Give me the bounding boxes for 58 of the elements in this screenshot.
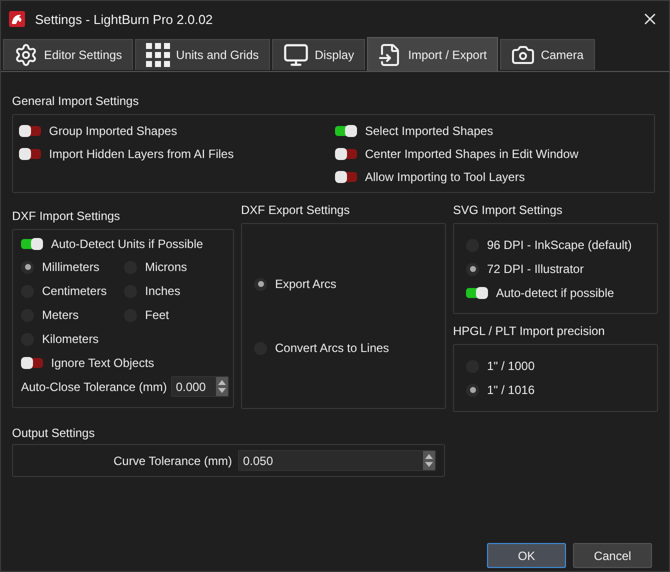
toggle-switch[interactable] (19, 126, 41, 136)
grid-icon (146, 43, 170, 67)
toggle-switch[interactable] (21, 358, 43, 368)
radio-button[interactable] (254, 278, 267, 290)
tab[interactable]: Import / Export (367, 37, 498, 71)
radio-button[interactable] (466, 262, 479, 276)
radio-label: Convert Arcs to Lines (275, 341, 390, 355)
toggle-switch[interactable] (19, 148, 41, 158)
toggle-switch[interactable] (335, 126, 357, 136)
toggle-label: Import Hidden Layers from AI Files (49, 146, 234, 160)
radio-label: Meters (42, 308, 79, 322)
toggle-switch[interactable] (466, 288, 488, 298)
tab[interactable]: Display (272, 39, 366, 70)
section-title: General Import Settings (12, 94, 140, 108)
tab[interactable]: Camera (500, 39, 594, 70)
section-title: Output Settings (12, 426, 96, 440)
toggle-label: Select Imported Shapes (365, 124, 494, 138)
field-label: Auto-Close Tolerance (mm) (21, 380, 167, 394)
radio-label: 72 DPI - Illustrator (487, 262, 584, 276)
tab[interactable]: Editor Settings (3, 39, 134, 70)
radio-label: 1" / 1000 (487, 359, 535, 373)
radio-label: Microns (145, 260, 188, 274)
radio-label: Inches (145, 284, 180, 298)
radio-label: Millimeters (42, 260, 100, 274)
spin-arrows-icon (216, 377, 228, 396)
toggle-label: Center Imported Shapes in Edit Window (365, 146, 578, 160)
radio-label: Kilometers (42, 332, 99, 346)
section-title: DXF Export Settings (241, 203, 351, 217)
monitor-icon (282, 42, 309, 68)
number-field[interactable]: 0.050 (238, 450, 436, 471)
spin-arrows-icon (423, 451, 435, 470)
radio-label: 1" / 1016 (487, 383, 535, 397)
toggle-label: Ignore Text Objects (51, 356, 154, 370)
field-label: Curve Tolerance (mm) (114, 454, 232, 468)
dialog-button[interactable]: OK (487, 543, 566, 568)
section-title: DXF Import Settings (12, 209, 122, 223)
radio-label: Centimeters (42, 284, 107, 298)
toggle-switch[interactable] (335, 148, 357, 158)
dialog-button[interactable]: Cancel (573, 543, 652, 568)
camera-icon (510, 43, 535, 67)
radio-label: Export Arcs (275, 277, 336, 291)
toggle-label: Auto-Detect Units if Possible (51, 236, 204, 250)
toggle-switch[interactable] (335, 172, 357, 182)
app-logo-icon (9, 11, 25, 27)
settings-icon (14, 43, 38, 67)
section-title: HPGL / PLT Import precision (453, 324, 606, 338)
section-title: SVG Import Settings (453, 203, 564, 217)
toggle-label: Auto-detect if possible (496, 286, 614, 300)
number-field[interactable]: 0.000 (170, 376, 229, 397)
tab[interactable]: Units and Grids (135, 39, 270, 70)
radio-button[interactable] (466, 384, 479, 396)
toggle-label: Allow Importing to Tool Layers (365, 170, 525, 184)
radio-label: Feet (145, 308, 170, 322)
toggle-label: Group Imported Shapes (49, 124, 178, 138)
radio-button[interactable] (21, 260, 34, 274)
window-title: Settings - LightBurn Pro 2.0.02 (35, 12, 214, 26)
radio-label: 96 DPI - InkScape (default) (487, 238, 632, 252)
toggle-switch[interactable] (21, 238, 43, 248)
